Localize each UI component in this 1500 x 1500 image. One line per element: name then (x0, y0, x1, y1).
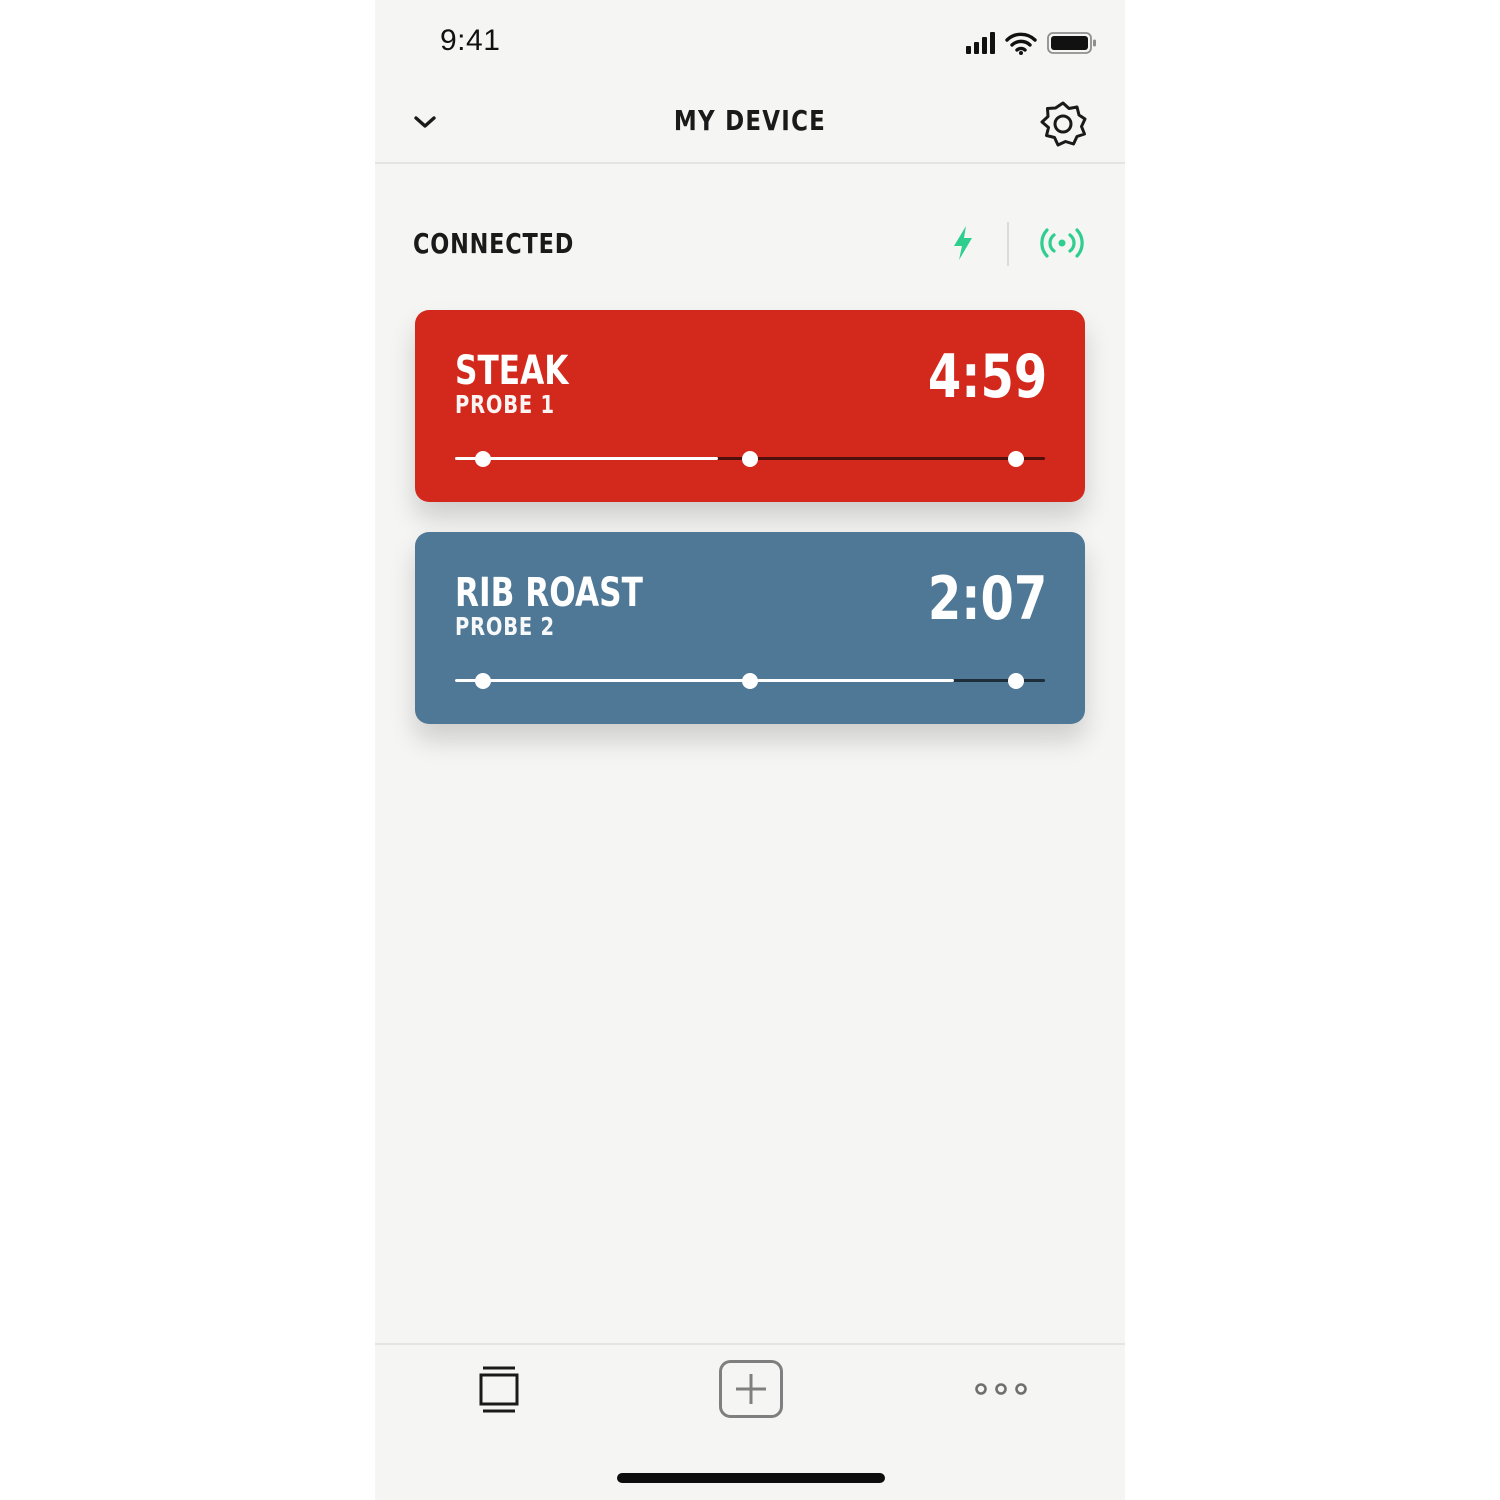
cook-progress-track (455, 450, 1045, 467)
cook-progress-fill (455, 679, 954, 682)
cook-progress-track (455, 672, 1045, 689)
progress-marker (474, 450, 491, 467)
nav-header: MY DEVICE (375, 84, 1125, 164)
cook-progress-fill (455, 457, 718, 460)
add-icon[interactable] (718, 1359, 784, 1419)
battery-icon (1047, 32, 1096, 54)
connection-divider (1007, 222, 1009, 266)
probe-name: RIB ROAST (455, 570, 643, 616)
connection-status-label: CONNECTED (413, 227, 575, 260)
probe-label: PROBE 2 (455, 612, 555, 641)
gear-icon[interactable] (1039, 100, 1087, 148)
app-screen: 9:41 MY DEVICE CONNECTED STEAK PROBE 1 4… (375, 0, 1125, 1500)
status-time: 9:41 (440, 24, 501, 57)
chevron-down-icon[interactable] (411, 108, 439, 136)
home-indicator (617, 1473, 885, 1483)
progress-marker (742, 672, 758, 689)
cards-icon[interactable] (477, 1365, 521, 1413)
bolt-icon[interactable] (952, 225, 974, 261)
status-icons (966, 30, 1097, 56)
progress-marker (1007, 450, 1024, 467)
status-bar: 9:41 (375, 0, 1125, 84)
probe-card-steak[interactable]: STEAK PROBE 1 4:59 (415, 310, 1085, 502)
probe-card-rib-roast[interactable]: RIB ROAST PROBE 2 2:07 (415, 532, 1085, 724)
probe-label: PROBE 1 (455, 390, 555, 419)
wireless-broadcast-icon[interactable] (1039, 226, 1085, 260)
page-title: MY DEVICE (673, 104, 827, 137)
probe-name: STEAK (455, 348, 569, 394)
progress-marker (474, 672, 491, 689)
progress-marker (1007, 672, 1024, 689)
wifi-icon (1005, 32, 1037, 55)
cellular-signal-icon (966, 32, 995, 54)
progress-marker (742, 450, 758, 467)
probe-time: 4:59 (927, 342, 1047, 412)
more-icon[interactable] (973, 1379, 1029, 1399)
probe-time: 2:07 (927, 564, 1047, 634)
